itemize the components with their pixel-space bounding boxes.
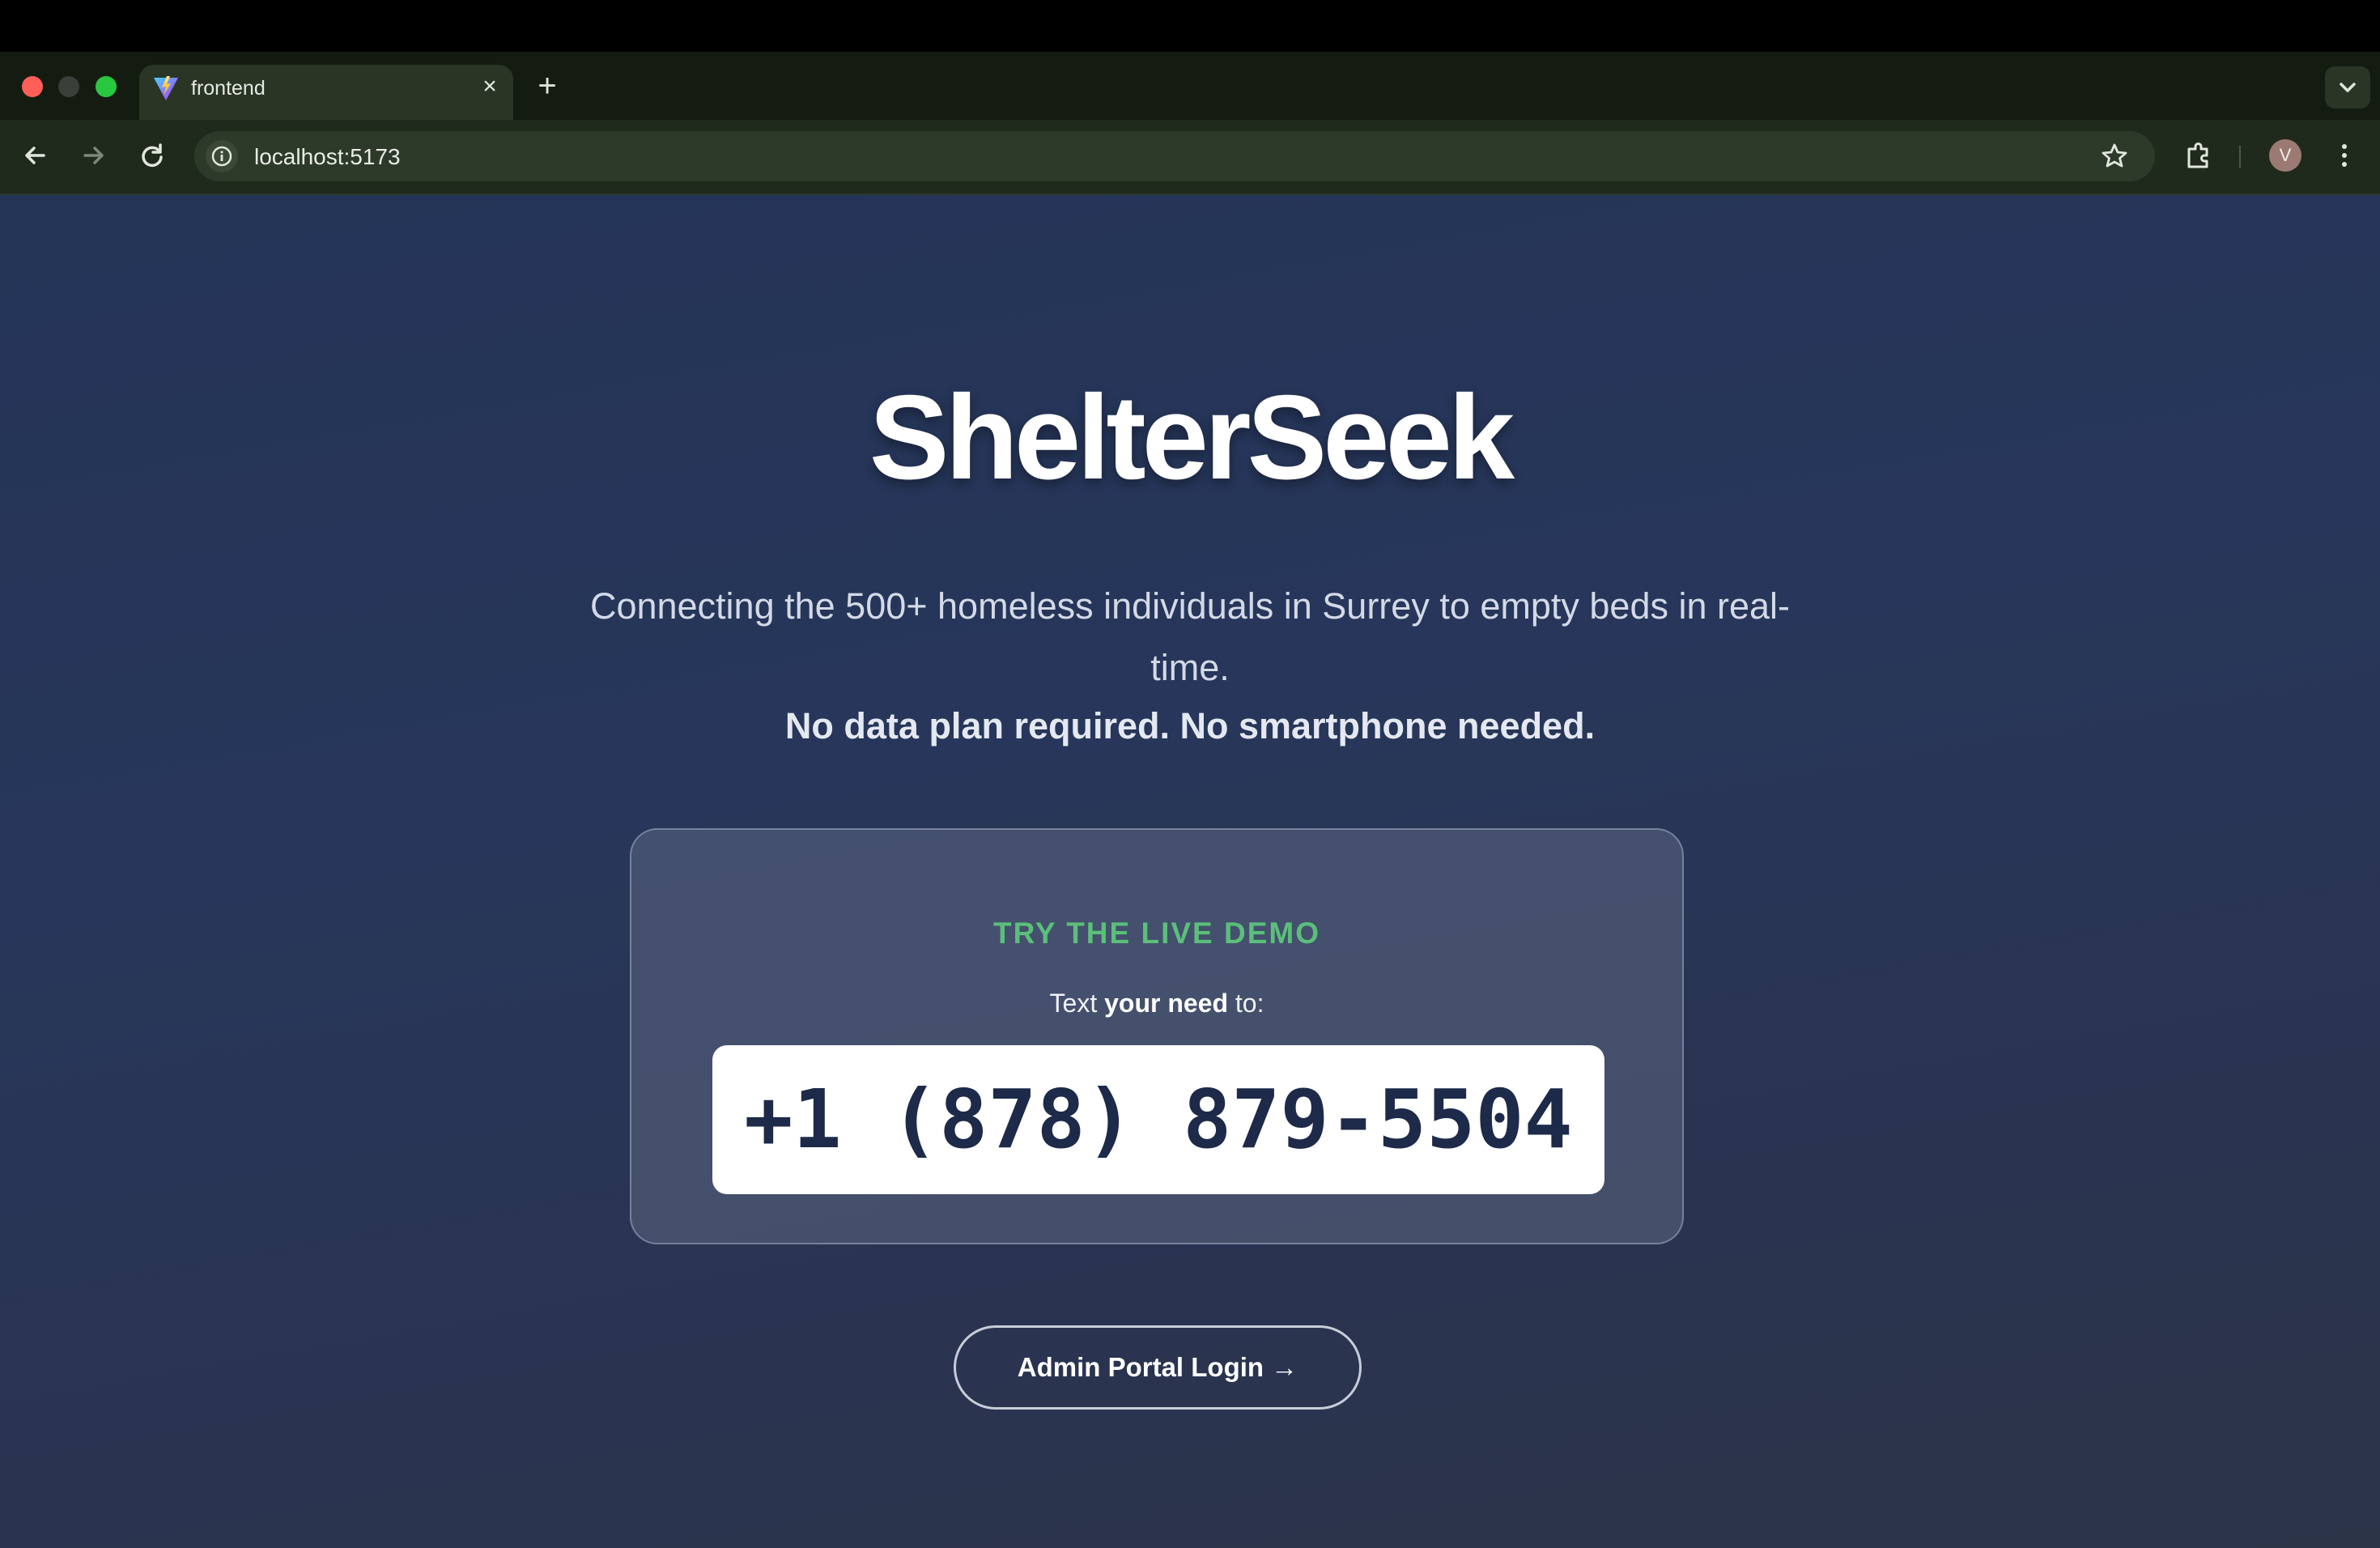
menu-bar [0,0,2380,52]
extensions-icon[interactable] [2181,138,2216,173]
reload-icon[interactable] [134,138,170,173]
demo-instruction-suffix: to: [1228,989,1264,1018]
demo-instruction-prefix: Text [1049,989,1105,1018]
site-info-icon[interactable] [206,140,238,172]
hero-tagline: No data plan required. No smartphone nee… [784,705,1596,746]
address-bar[interactable]: localhost:5173 [194,131,2155,181]
close-window-button[interactable] [22,76,43,97]
vite-icon [154,76,178,100]
demo-label: TRY THE LIVE DEMO [992,916,1321,950]
address-url: localhost:5173 [254,144,401,169]
more-menu-icon[interactable] [2327,138,2362,173]
profile-avatar[interactable]: V [2269,139,2301,172]
chevron-down-icon [2340,83,2356,92]
demo-instruction: Text your need to: [631,987,1682,1019]
demo-instruction-bold: your need [1104,989,1229,1018]
back-arrow-icon[interactable] [18,138,53,173]
maximize-window-button[interactable] [96,76,117,97]
phone-number-box: +1 (878) 879-5504 [712,1045,1604,1194]
demo-card: TRY THE LIVE DEMO Text your need to: +1 … [630,828,1684,1244]
brand-title: ShelterSeek [869,371,1515,504]
admin-portal-login-button[interactable]: Admin Portal Login → [954,1325,1362,1410]
toolbar-divider [2239,146,2241,168]
forward-arrow-icon[interactable] [75,138,111,173]
landing-page: ShelterSeek Connecting the 500+ homeless… [0,195,2380,1548]
new-tab-button[interactable]: + [531,70,563,102]
tab-strip: frontend × + [0,52,2380,120]
screen: frontend × + localhost:5173 V ShelterSee… [0,0,2380,1548]
browser-toolbar: localhost:5173 V [0,120,2380,195]
phone-number: +1 (878) 879-5504 [744,1072,1573,1167]
tab-title: frontend [191,77,266,100]
tab-search-button[interactable] [2325,66,2370,108]
hero-subtitle: Connecting the 500+ homeless individuals… [589,585,1791,688]
minimize-window-button[interactable] [58,76,79,97]
tab-close-icon[interactable]: × [476,73,504,100]
browser-chrome: frontend × + localhost:5173 V [0,52,2380,195]
bookmark-star-icon[interactable] [2098,140,2131,172]
